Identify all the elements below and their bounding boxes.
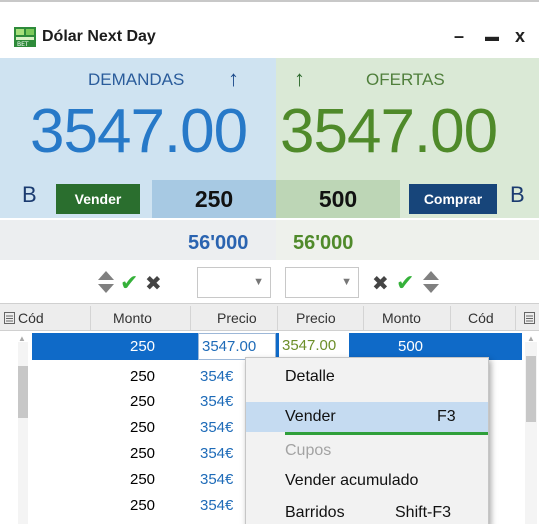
monto-bid-cell: 250 — [130, 338, 156, 355]
monto-bid-cell: 250 — [130, 368, 156, 385]
svg-text:BET: BET — [17, 41, 29, 47]
menu-item-shortcut: F3 — [437, 408, 456, 425]
bid-label: DEMANDAS — [88, 70, 185, 89]
bid-quantity-field[interactable]: 250 — [152, 180, 276, 218]
bid-filter-dropdown[interactable]: ▼ — [197, 267, 271, 298]
column-precio-right[interactable]: Precio — [296, 310, 336, 326]
column-monto-right[interactable]: Monto — [382, 310, 421, 326]
precio-bid-cell: 354€ — [200, 471, 234, 488]
precio-bid-cell: 354€ — [200, 445, 234, 462]
menu-item-label: Vender — [285, 408, 336, 425]
bid-cancel-icon[interactable]: ✖ — [145, 271, 162, 296]
bid-broker-badge: B — [22, 182, 37, 207]
context-menu: Detalle Vender F3 Cupos Vender acumulado… — [245, 357, 489, 524]
sort-ask-icon[interactable] — [422, 269, 440, 295]
maximize-icon[interactable]: ▬ — [480, 24, 504, 48]
menu-item-label: Cupos — [285, 442, 332, 459]
precio-bid-cell: 354€ — [200, 393, 234, 410]
sell-button[interactable]: Vender — [56, 184, 140, 214]
menu-item-vender-acumulado[interactable]: Vender acumulado — [246, 466, 488, 496]
chevron-down-icon: ▼ — [341, 276, 352, 288]
bid-total: 56'000 — [188, 232, 249, 254]
table-row[interactable]: 250 3547.00 3547.00 500 — [32, 333, 522, 360]
monto-bid-cell: 250 — [130, 419, 156, 436]
monto-bid-cell: 250 — [130, 393, 156, 410]
buy-button[interactable]: Comprar — [409, 184, 497, 214]
arrow-up-icon: ↑ — [294, 66, 305, 91]
precio-bid-cell: 3547.00 — [198, 333, 276, 360]
menu-item-label: Barridos — [285, 504, 345, 521]
menu-item-vender[interactable]: Vender F3 — [246, 402, 488, 432]
ask-label: OFERTAS — [366, 70, 445, 89]
column-chooser-icon[interactable] — [524, 312, 535, 324]
monto-ask-cell: 500 — [398, 338, 424, 355]
precio-bid-cell: 354€ — [200, 368, 234, 385]
column-monto-left[interactable]: Monto — [113, 310, 152, 326]
bid-confirm-icon[interactable]: ✔ — [120, 270, 138, 296]
scroll-up-icon[interactable]: ▲ — [527, 334, 535, 343]
ask-broker-badge: B — [510, 182, 525, 207]
precio-bid-cell: 354€ — [200, 419, 234, 436]
bet-logo-icon: BET — [14, 27, 36, 47]
dolar-next-day-window: BET Dólar Next Day – ▬ x DEMANDAS ↑ 3547… — [0, 0, 539, 524]
title-bar: BET Dólar Next Day – ▬ x — [0, 4, 539, 56]
sort-bid-icon[interactable] — [97, 269, 115, 295]
column-precio-left[interactable]: Precio — [217, 310, 257, 326]
precio-bid-cell: 354€ — [200, 497, 234, 514]
close-icon[interactable]: x — [508, 24, 532, 48]
ask-confirm-icon[interactable]: ✔ — [396, 270, 414, 296]
accent-line — [285, 432, 488, 435]
menu-item-shortcut: Shift-F3 — [395, 504, 452, 521]
column-chooser-icon[interactable] — [4, 312, 15, 324]
menu-item-cupos: Cupos — [246, 436, 488, 466]
ask-total: 56'000 — [293, 232, 354, 254]
column-cod-left[interactable]: Cód — [18, 310, 44, 326]
ask-quantity-field[interactable]: 500 — [276, 180, 400, 218]
monto-bid-cell: 250 — [130, 497, 156, 514]
bid-price: 3547.00 — [30, 97, 248, 166]
arrow-up-icon: ↑ — [228, 66, 239, 91]
chevron-down-icon: ▼ — [253, 276, 264, 288]
monto-bid-cell: 250 — [130, 471, 156, 488]
window-title: Dólar Next Day — [42, 28, 156, 45]
menu-item-detalle[interactable]: Detalle — [246, 362, 488, 392]
ask-cancel-icon[interactable]: ✖ — [372, 271, 389, 296]
minimize-icon[interactable]: – — [447, 24, 471, 48]
precio-ask-cell: 3547.00 — [279, 333, 349, 360]
menu-item-barridos[interactable]: Barridos Shift-F3 — [246, 498, 488, 524]
ask-filter-dropdown[interactable]: ▼ — [285, 267, 359, 298]
menu-item-label: Vender acumulado — [285, 472, 419, 489]
menu-item-label: Detalle — [285, 368, 335, 385]
ask-price: 3547.00 — [280, 97, 498, 166]
column-cod-right[interactable]: Cód — [468, 310, 494, 326]
grid-header: Cód Monto Precio Precio Monto Cód — [0, 303, 539, 331]
scroll-up-icon[interactable]: ▲ — [18, 334, 26, 343]
monto-bid-cell: 250 — [130, 445, 156, 462]
